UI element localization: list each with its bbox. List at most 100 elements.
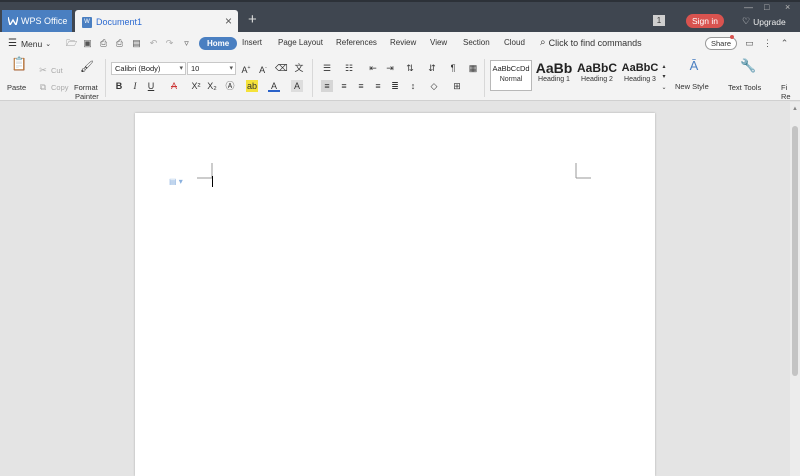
- scrollbar-thumb[interactable]: [792, 126, 798, 376]
- format-painter-label-1[interactable]: Format: [74, 83, 98, 92]
- grow-font-icon[interactable]: A+: [240, 62, 252, 75]
- text-tools-button[interactable]: Text Tools: [728, 83, 761, 92]
- vertical-scrollbar[interactable]: ▲: [790, 102, 800, 476]
- subscript-icon[interactable]: X₂: [206, 80, 218, 92]
- bold-icon[interactable]: B: [113, 80, 125, 92]
- find-replace-label-1[interactable]: Fi: [781, 83, 787, 92]
- undo-icon[interactable]: ↶: [148, 38, 159, 49]
- underline-icon[interactable]: U: [145, 80, 157, 92]
- separator: [312, 59, 313, 97]
- cut-icon[interactable]: ✂: [37, 64, 49, 76]
- style-normal[interactable]: AaBbCcDd Normal: [490, 60, 532, 91]
- wps-office-tab[interactable]: WPS Office: [2, 10, 72, 32]
- tab-section[interactable]: Section: [463, 38, 490, 47]
- print-icon[interactable]: ⎙: [114, 38, 125, 49]
- tab-insert[interactable]: Insert: [242, 38, 262, 47]
- customize-toolbar-icon[interactable]: ▿: [181, 38, 192, 49]
- more-options-icon[interactable]: ⋮: [762, 38, 773, 49]
- export-pdf-icon[interactable]: ⎙: [98, 38, 109, 49]
- decrease-indent-icon[interactable]: ⇤: [367, 62, 379, 74]
- collapse-ribbon-icon[interactable]: ⌃: [779, 38, 790, 49]
- save-icon[interactable]: ▣: [82, 38, 93, 49]
- document-tab-label: Document1: [96, 17, 143, 27]
- align-right-icon[interactable]: ≡: [355, 80, 367, 92]
- comment-icon[interactable]: ▭: [744, 38, 755, 49]
- align-left-icon[interactable]: ≡: [321, 80, 333, 92]
- style-sample: AaBbC: [621, 62, 659, 74]
- sort-icon[interactable]: ⇵: [426, 62, 438, 74]
- show-marks-icon[interactable]: ¶: [447, 62, 459, 74]
- style-heading-1[interactable]: AaBb Heading 1: [533, 60, 575, 91]
- font-name-select[interactable]: Calibri (Body) ▾: [111, 62, 186, 75]
- new-style-button[interactable]: New Style: [675, 82, 709, 91]
- new-tab-icon[interactable]: +: [248, 11, 257, 28]
- format-painter-icon[interactable]: 🖌: [80, 61, 94, 75]
- find-commands-search[interactable]: ⌕ Click to find commands: [540, 37, 642, 48]
- style-heading-2[interactable]: AaBbC Heading 2: [576, 60, 618, 91]
- bullets-icon[interactable]: ☰: [321, 62, 333, 74]
- clear-format-icon[interactable]: ⌫: [275, 62, 288, 74]
- text-effects-icon[interactable]: Ⓐ: [224, 80, 236, 92]
- justify-icon[interactable]: ≡: [372, 80, 384, 92]
- paste-button[interactable]: Paste: [7, 83, 26, 92]
- document-tab[interactable]: W Document1 ×: [75, 10, 238, 34]
- find-replace-label-2[interactable]: Re: [781, 92, 791, 101]
- close-tab-icon[interactable]: ×: [225, 14, 232, 28]
- main-menu-button[interactable]: ☰ Menu ⌄: [8, 38, 51, 49]
- tab-page-layout[interactable]: Page Layout: [278, 38, 323, 47]
- print-preview-icon[interactable]: ▤: [131, 38, 142, 49]
- paste-icon[interactable]: 📋: [11, 57, 27, 74]
- style-sample: AaBbC: [576, 61, 617, 75]
- tab-home[interactable]: Home: [199, 37, 238, 50]
- minimize-icon[interactable]: —: [744, 2, 753, 12]
- open-folder-icon[interactable]: 🗁: [66, 38, 77, 49]
- style-sample: AaBb: [535, 60, 573, 76]
- text-direction-icon[interactable]: ⇅: [404, 62, 416, 74]
- maximize-icon[interactable]: □: [764, 2, 769, 12]
- italic-icon[interactable]: I: [129, 80, 141, 92]
- increase-indent-icon[interactable]: ⇥: [384, 62, 396, 74]
- pinyin-guide-icon[interactable]: 文: [293, 62, 305, 74]
- tab-review[interactable]: Review: [390, 38, 416, 47]
- cut-label[interactable]: Cut: [51, 66, 63, 75]
- character-shading-icon[interactable]: A: [291, 80, 303, 92]
- strikethrough-icon[interactable]: A: [168, 80, 180, 92]
- copy-label[interactable]: Copy: [51, 83, 69, 92]
- shrink-font-icon[interactable]: A-: [257, 62, 269, 75]
- font-size-select[interactable]: 10 ▾: [187, 62, 236, 75]
- text-tools-icon[interactable]: 🔧: [740, 59, 756, 76]
- font-size-value: 10: [191, 64, 200, 73]
- tab-cloud[interactable]: Cloud: [504, 38, 525, 47]
- paragraph-options-icon[interactable]: ▤ ▾: [169, 177, 183, 186]
- new-style-icon[interactable]: Ā: [686, 59, 702, 76]
- menu-row: ☰ Menu ⌄ 🗁 ▣ ⎙ ⎙ ▤ ↶ ↷ ▿ Home Insert Pag…: [0, 32, 800, 55]
- text-cursor: [212, 176, 213, 187]
- table-icon[interactable]: ▦: [467, 62, 479, 74]
- scroll-up-icon[interactable]: ▲: [792, 106, 798, 112]
- style-name: Heading 1: [538, 76, 570, 83]
- superscript-icon[interactable]: X²: [190, 80, 202, 92]
- align-center-icon[interactable]: ≡: [338, 80, 350, 92]
- copy-icon[interactable]: ⧉: [37, 81, 49, 93]
- style-heading-3[interactable]: AaBbC Heading 3: [619, 60, 661, 91]
- document-icon: W: [82, 16, 92, 28]
- upgrade-button[interactable]: ♡ Upgrade: [742, 16, 786, 27]
- highlight-icon[interactable]: ab: [246, 80, 258, 92]
- style-name: Heading 3: [624, 76, 656, 83]
- window-count-badge[interactable]: 1: [653, 15, 665, 26]
- tab-view[interactable]: View: [430, 38, 447, 47]
- format-painter-label-2[interactable]: Painter: [75, 92, 99, 101]
- redo-icon[interactable]: ↷: [164, 38, 175, 49]
- line-spacing-icon[interactable]: ↕: [407, 80, 419, 92]
- font-color-icon[interactable]: A: [268, 80, 280, 92]
- gallery-expand-icon[interactable]: ⌄: [660, 82, 668, 94]
- tab-references[interactable]: References: [336, 38, 377, 47]
- borders-icon[interactable]: ⊞: [451, 80, 463, 92]
- numbering-icon[interactable]: ☷: [343, 62, 355, 74]
- window-close-icon[interactable]: ×: [785, 2, 790, 12]
- distributed-icon[interactable]: ≣: [389, 80, 401, 92]
- upgrade-label: Upgrade: [753, 16, 786, 27]
- shading-icon[interactable]: ◇: [428, 80, 440, 92]
- sign-in-button[interactable]: Sign in: [686, 14, 724, 28]
- document-page[interactable]: ▤ ▾: [135, 113, 655, 476]
